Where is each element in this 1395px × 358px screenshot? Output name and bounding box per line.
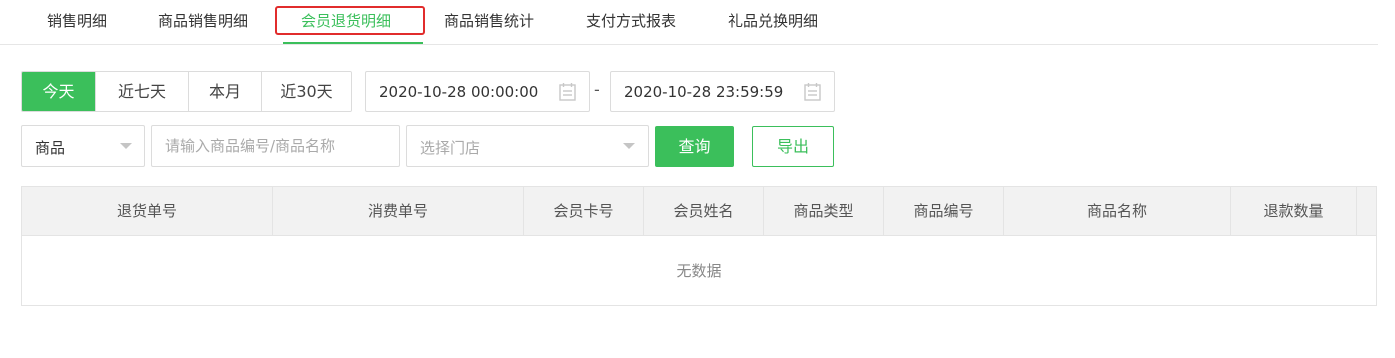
- search-type-value: 商品: [35, 139, 66, 157]
- product-search-input[interactable]: [151, 125, 400, 167]
- range-last-7-days-button[interactable]: 近七天: [95, 72, 188, 111]
- calendar-icon: [804, 83, 821, 101]
- calendar-icon: [559, 83, 576, 101]
- end-date-value: 2020-10-28 23:59:59: [624, 82, 784, 101]
- start-date-picker[interactable]: 2020-10-28 00:00:00: [365, 71, 590, 112]
- chevron-down-icon: [623, 143, 635, 149]
- table-empty-state: 无数据: [676, 262, 722, 280]
- tab-gift-exchange-detail[interactable]: 礼品兑换明细: [728, 11, 818, 33]
- store-select[interactable]: 选择门店: [406, 125, 649, 167]
- column-header-product-type: 商品类型: [764, 187, 884, 236]
- export-button[interactable]: 导出: [752, 126, 834, 167]
- date-separator: -: [594, 80, 600, 99]
- search-type-select[interactable]: 商品: [21, 125, 145, 167]
- column-header-consumption-order-no: 消费单号: [273, 187, 524, 236]
- tab-member-return-detail[interactable]: 会员退货明细: [301, 11, 391, 33]
- range-this-month-button[interactable]: 本月: [188, 72, 261, 111]
- chevron-down-icon: [120, 143, 132, 149]
- column-header-member-name: 会员姓名: [644, 187, 764, 236]
- range-today-button[interactable]: 今天: [22, 72, 95, 111]
- active-tab-underline: [283, 42, 423, 44]
- return-detail-table: 退货单号 消费单号 会员卡号 会员姓名 商品类型 商品编号 商品名称 退款数量 …: [21, 186, 1377, 306]
- tab-product-sales-stats[interactable]: 商品销售统计: [444, 11, 534, 33]
- column-header-member-card-no: 会员卡号: [524, 187, 644, 236]
- tab-sales-detail[interactable]: 销售明细: [47, 11, 107, 33]
- column-header-product-code: 商品编号: [884, 187, 1004, 236]
- store-select-placeholder: 选择门店: [420, 139, 481, 157]
- tab-payment-method-report[interactable]: 支付方式报表: [586, 11, 676, 33]
- query-button[interactable]: 查询: [655, 126, 734, 167]
- report-tabs: 销售明细 商品销售明细 会员退货明细 商品销售统计 支付方式报表 礼品兑换明细: [0, 0, 1378, 45]
- column-header-product-name: 商品名称: [1004, 187, 1231, 236]
- range-last-30-days-button[interactable]: 近30天: [261, 72, 351, 111]
- column-header-refund-quantity: 退款数量: [1231, 187, 1357, 236]
- end-date-picker[interactable]: 2020-10-28 23:59:59: [610, 71, 835, 112]
- column-header-return-order-no: 退货单号: [22, 187, 273, 236]
- tab-product-sales-detail[interactable]: 商品销售明细: [158, 11, 248, 33]
- start-date-value: 2020-10-28 00:00:00: [379, 82, 539, 101]
- date-range-quick-select: 今天 近七天 本月 近30天: [21, 71, 352, 112]
- table-header: 退货单号 消费单号 会员卡号 会员姓名 商品类型 商品编号 商品名称 退款数量: [22, 187, 1376, 236]
